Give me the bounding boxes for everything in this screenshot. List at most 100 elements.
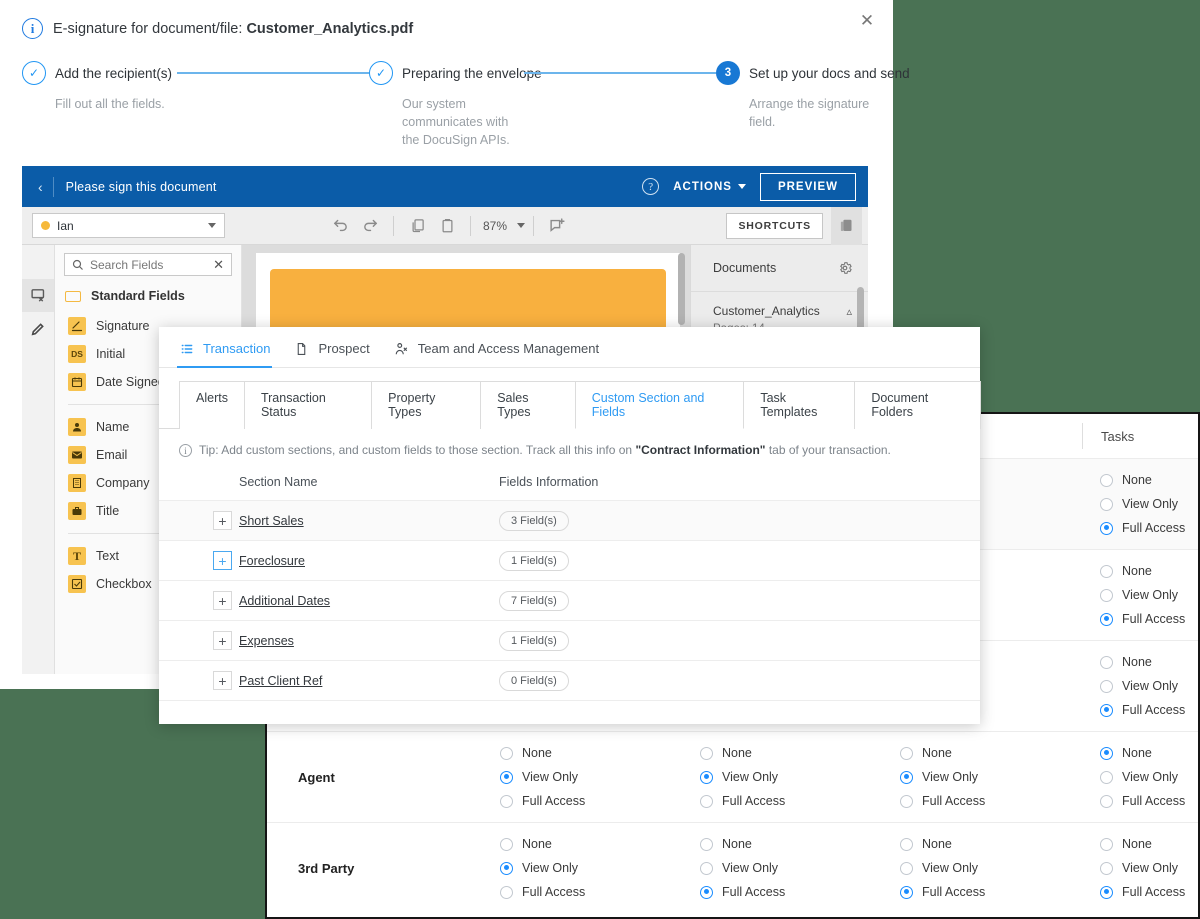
table-row[interactable]: + Additional Dates 7 Field(s) [159,580,980,620]
tab-transaction[interactable]: Transaction [176,341,294,368]
rail-fields-icon[interactable] [22,279,54,312]
radio-option-view-only[interactable]: View Only [900,861,1082,875]
radio-option-none[interactable]: None [1100,655,1198,669]
section-name-cell: Short Sales [239,514,499,528]
radio-option-none[interactable]: None [1100,473,1198,487]
radio-icon [700,794,713,808]
radio-option-view-only[interactable]: View Only [1100,770,1198,784]
zoom-level[interactable]: 87% [479,219,511,233]
radio-option-view-only[interactable]: View Only [1100,588,1198,602]
clear-search-icon[interactable]: ✕ [213,257,224,273]
radio-option-full-access[interactable]: Full Access [900,885,1082,899]
expand-icon[interactable]: + [213,671,232,690]
topbar-divider [52,176,54,197]
subtab-custom-section-and-fields[interactable]: Custom Section and Fields [574,381,745,429]
radio-option-full-access[interactable]: Full Access [500,794,682,808]
radio-option-full-access[interactable]: Full Access [1100,612,1198,626]
section-name-link[interactable]: Expenses [239,634,294,648]
radio-option-none[interactable]: None [1100,837,1198,851]
radio-option-view-only[interactable]: View Only [1100,497,1198,511]
section-name-link[interactable]: Short Sales [239,514,304,528]
wizard-step-3-desc: Arrange the signature field. [749,97,870,129]
redo-icon[interactable] [355,211,385,241]
chevron-down-icon[interactable] [517,223,526,228]
radio-label: Full Access [1122,885,1186,899]
radio-icon [1100,588,1113,602]
radio-option-full-access[interactable]: Full Access [700,794,882,808]
tab-team-access-management[interactable]: Team and Access Management [394,341,623,367]
section-name-link[interactable]: Foreclosure [239,554,305,568]
paste-icon[interactable] [432,211,462,241]
radio-option-none[interactable]: None [700,746,882,760]
radio-option-view-only[interactable]: View Only [700,861,882,875]
subtab-transaction-status[interactable]: Transaction Status [243,381,373,429]
wizard-step-1[interactable]: ✓ Add the recipient(s) Fill out all the … [22,61,177,113]
table-row[interactable]: + Foreclosure 1 Field(s) [159,540,980,580]
subtab-alerts[interactable]: Alerts [179,381,245,429]
chevron-up-icon[interactable]: ▵ [846,305,852,318]
radio-option-view-only[interactable]: View Only [900,770,1082,784]
esignature-title-prefix: E-signature for document/file: [53,20,247,37]
radio-option-full-access[interactable]: Full Access [1100,885,1198,899]
table-row[interactable]: + Short Sales 3 Field(s) [159,500,980,540]
radio-option-none[interactable]: None [1100,564,1198,578]
radio-option-none[interactable]: None [1100,746,1198,760]
radio-option-full-access[interactable]: Full Access [1100,703,1198,717]
duplicate-panel-icon[interactable] [831,206,862,245]
section-name-link[interactable]: Past Client Ref [239,674,322,688]
radio-option-none[interactable]: None [500,746,682,760]
expand-icon[interactable]: + [213,511,232,530]
radio-option-full-access[interactable]: Full Access [1100,521,1198,535]
wizard-step-3[interactable]: 3 Set up your docs and send Arrange the … [716,61,910,131]
radio-option-view-only[interactable]: View Only [1100,861,1198,875]
radio-option-none[interactable]: None [900,746,1082,760]
wizard-step-2[interactable]: ✓ Preparing the envelope Our system comm… [369,61,542,149]
rail-pen-icon[interactable] [22,312,54,345]
add-comment-icon[interactable] [542,211,572,241]
section-name-link[interactable]: Additional Dates [239,594,330,608]
radio-option-full-access[interactable]: Full Access [900,794,1082,808]
info-icon: i [179,444,192,457]
expand-icon[interactable]: + [213,591,232,610]
table-row[interactable]: + Expenses 1 Field(s) [159,620,980,660]
transaction-sub-tabs: Alerts Transaction Status Property Types… [159,368,981,429]
expand-icon[interactable]: + [213,551,232,570]
document-entry-row: Customer_Analytics ▵ [713,304,852,318]
subtab-sales-types[interactable]: Sales Types [480,381,576,429]
radio-option-none[interactable]: None [700,837,882,851]
search-fields-input[interactable]: Search Fields ✕ [64,253,232,276]
preview-button[interactable]: PREVIEW [759,172,856,201]
gear-icon[interactable] [838,261,852,275]
subtab-property-types[interactable]: Property Types [371,381,482,429]
radio-label: Full Access [522,794,586,808]
tab-prospect[interactable]: Prospect [294,341,393,367]
tip-prefix: Tip: Add custom sections, and custom fie… [199,443,636,457]
subtab-document-folders[interactable]: Document Folders [854,381,981,429]
radio-option-full-access[interactable]: Full Access [700,885,882,899]
radio-option-none[interactable]: None [900,837,1082,851]
subtab-task-templates[interactable]: Task Templates [743,381,856,429]
help-icon[interactable]: ? [642,178,660,195]
close-icon[interactable]: ✕ [855,8,879,32]
radio-icon-selected [500,770,513,784]
shortcuts-button[interactable]: SHORTCUTS [726,212,823,239]
radio-option-view-only[interactable]: View Only [1100,679,1198,693]
radio-option-none[interactable]: None [500,837,682,851]
radio-option-view-only[interactable]: View Only [500,861,682,875]
person-icon [68,418,86,436]
fields-info-cell: 1 Field(s) [499,630,980,651]
radio-option-view-only[interactable]: View Only [700,770,882,784]
radio-label: None [522,837,552,851]
radio-option-full-access[interactable]: Full Access [500,885,682,899]
document-scrollbar[interactable] [678,253,685,325]
table-row[interactable]: + Past Client Ref 0 Field(s) [159,660,980,700]
radio-option-full-access[interactable]: Full Access [1100,794,1198,808]
recipient-select[interactable]: Ian [32,213,225,238]
back-arrow-icon[interactable]: ‹ [32,179,53,195]
actions-menu-button[interactable]: ACTIONS [673,181,746,193]
esignature-title-row: i E-signature for document/file: Custome… [22,18,871,39]
expand-icon[interactable]: + [213,631,232,650]
undo-icon[interactable] [325,211,355,241]
radio-option-view-only[interactable]: View Only [500,770,682,784]
copy-icon[interactable] [402,211,432,241]
